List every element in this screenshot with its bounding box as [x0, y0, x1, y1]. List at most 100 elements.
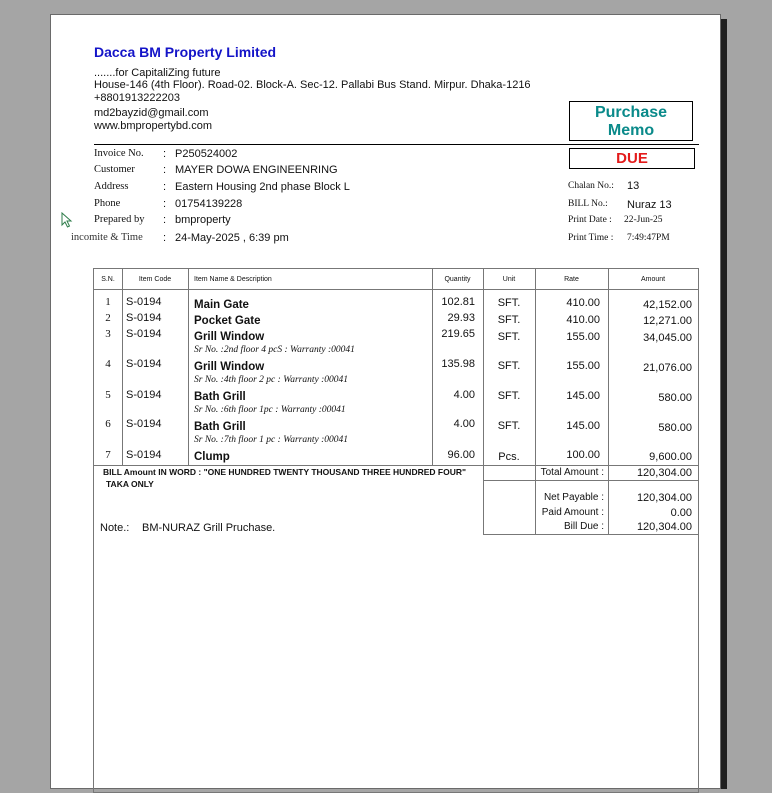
company-email: md2bayzid@gmail.com [94, 107, 209, 119]
row-item-code: S-0194 [126, 312, 162, 324]
header-rate: Rate [564, 276, 579, 283]
row-item-name: Pocket Gate [194, 315, 261, 327]
amount-in-words-line2: TAKA ONLY [106, 479, 154, 489]
bill-value: Nuraz 13 [627, 199, 672, 211]
row-sn: 3 [105, 328, 111, 340]
customer-value: MAYER DOWA ENGINEENRING [175, 164, 338, 176]
colon: : [163, 214, 167, 226]
total-amount-label: Total Amount : [540, 467, 604, 478]
colon: : [163, 148, 167, 160]
row-amount: 9,600.00 [649, 451, 692, 463]
row-item-name: Grill Window [194, 361, 265, 373]
row-rate: 410.00 [566, 297, 600, 309]
memo-title-line2: Memo [607, 122, 655, 139]
row-amount: 21,076.00 [643, 362, 692, 374]
header-divider [94, 144, 699, 145]
status-badge: DUE [569, 148, 695, 169]
net-payable-value: 120,304.00 [636, 492, 692, 504]
note-value: BM-NURAZ Grill Pruchase. [142, 522, 276, 534]
row-item-code: S-0194 [126, 389, 162, 401]
row-unit: SFT. [497, 360, 521, 372]
row-item-description: Sr No. :4th floor 2 pc : Warranty :00041 [194, 375, 349, 385]
row-rate: 145.00 [566, 420, 600, 432]
phone-label: Phone [94, 198, 121, 209]
row-sn: 2 [105, 312, 111, 324]
summary-bottom-line [483, 534, 698, 535]
items-table: S.N. Item Code Item Name & Description Q… [93, 268, 699, 793]
colon: : [163, 181, 167, 193]
chalan-value: 13 [627, 180, 640, 192]
row-item-code: S-0194 [126, 296, 162, 308]
company-tagline: .......for CapitaliZing future [94, 67, 221, 79]
row-quantity: 102.81 [441, 296, 475, 308]
row-item-name: Bath Grill [194, 421, 246, 433]
print-date-label: Print Date : [568, 215, 612, 225]
header-sn: S.N. [101, 276, 115, 283]
print-time-value: 7:49:47PM [627, 233, 670, 243]
invoice-label: Invoice No. [94, 148, 144, 159]
company-name: Dacca BM Property Limited [94, 44, 277, 60]
row-sn: 5 [105, 389, 111, 401]
header-amount: Amount [640, 276, 666, 283]
row-quantity: 135.98 [441, 358, 475, 370]
print-date-value: 22-Jun-25 [624, 215, 663, 225]
paid-amount-value: 0.00 [670, 507, 692, 519]
company-address: House-146 (4th Floor). Road-02. Block-A.… [94, 79, 531, 91]
row-amount: 580.00 [658, 392, 692, 404]
document-page: Dacca BM Property Limited .......for Cap… [50, 14, 721, 793]
address-value: Eastern Housing 2nd phase Block L [175, 181, 350, 193]
invoice-value: P250524002 [175, 148, 238, 160]
row-amount: 580.00 [658, 422, 692, 434]
company-phone: +8801913222203 [94, 92, 180, 104]
amount-in-words: BILL Amount IN WORD : "ONE HUNDRED TWENT… [103, 467, 467, 477]
header-unit: Unit [502, 276, 516, 283]
purchase-memo-title: Purchase Memo [569, 101, 693, 141]
row-item-name: Clump [194, 451, 230, 463]
row-rate: 410.00 [566, 314, 600, 326]
datetime-label: incomite & Time [71, 232, 143, 243]
header-quantity: Quantity [444, 276, 471, 283]
row-item-name: Main Gate [194, 299, 249, 311]
prepared-value: bmproperty [175, 214, 231, 226]
row-unit: SFT. [497, 331, 521, 343]
colon: : [163, 198, 167, 210]
header-item-code: Item Code [138, 276, 172, 283]
row-rate: 155.00 [566, 331, 600, 343]
row-rate: 100.00 [566, 449, 600, 461]
datetime-value: 24-May-2025 , 6:39 pm [175, 232, 289, 244]
mouse-pointer-icon [61, 212, 73, 228]
row-quantity: 4.00 [453, 418, 475, 430]
row-item-description: Sr No. :6th floor 1pc : Warranty :00041 [194, 405, 346, 415]
row-item-name: Grill Window [194, 331, 265, 343]
col-divider [122, 269, 123, 465]
row-amount: 34,045.00 [643, 332, 692, 344]
total-amount-value: 120,304.00 [636, 467, 692, 479]
row-amount: 12,271.00 [643, 315, 692, 327]
row-item-code: S-0194 [126, 449, 162, 461]
row-rate: 145.00 [566, 390, 600, 402]
row-unit: SFT. [497, 297, 521, 309]
print-time-label: Print Time : [568, 233, 614, 243]
row-sn: 6 [105, 418, 111, 430]
note-label: Note.: [100, 522, 130, 534]
row-item-code: S-0194 [126, 328, 162, 340]
row-unit: SFT. [497, 390, 521, 402]
chalan-label: Chalan No.: [568, 181, 614, 191]
row-sn: 7 [105, 449, 111, 461]
row-item-name: Bath Grill [194, 391, 246, 403]
header-item-name: Item Name & Description [194, 276, 272, 283]
row-unit: SFT. [497, 420, 521, 432]
table-bottom-line [94, 465, 698, 466]
row-amount: 42,152.00 [643, 299, 692, 311]
row-item-code: S-0194 [126, 418, 162, 430]
total-row-line [483, 480, 698, 481]
row-item-description: Sr No. :2nd floor 4 pcS : Warranty :0004… [194, 345, 355, 355]
colon: : [163, 164, 167, 176]
bill-label: BILL No.: [568, 199, 608, 209]
row-quantity: 96.00 [447, 449, 475, 461]
bill-due-label: Bill Due : [563, 521, 604, 532]
row-sn: 1 [105, 296, 111, 308]
row-item-description: Sr No. :7th floor 1 pc : Warranty :00041 [194, 435, 349, 445]
row-quantity: 219.65 [441, 328, 475, 340]
customer-label: Customer [94, 164, 135, 175]
